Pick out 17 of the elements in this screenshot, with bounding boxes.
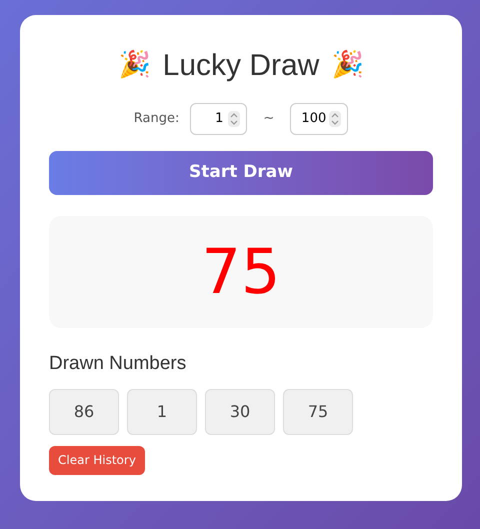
- min-input[interactable]: 1: [190, 103, 248, 135]
- spinner-icon[interactable]: [329, 111, 342, 127]
- history-heading: Drawn Numbers: [49, 352, 188, 376]
- history-number: 75: [283, 388, 353, 434]
- range-label: Range:: [134, 110, 180, 128]
- party-popper-icon: 🎉: [118, 46, 151, 84]
- party-popper-icon: 🎉: [331, 46, 364, 84]
- history-number: 30: [205, 388, 275, 434]
- app-title: Lucky Draw: [162, 48, 320, 84]
- spinner-icon[interactable]: [228, 111, 240, 127]
- drawn-number: 75: [202, 241, 280, 303]
- history-number: 86: [49, 388, 119, 434]
- history-number: 1: [127, 388, 197, 434]
- start-draw-button[interactable]: Start Draw: [49, 151, 433, 195]
- clear-history-button[interactable]: Clear History: [49, 446, 145, 474]
- max-input[interactable]: 100: [290, 103, 348, 135]
- range-separator: ~: [263, 110, 274, 128]
